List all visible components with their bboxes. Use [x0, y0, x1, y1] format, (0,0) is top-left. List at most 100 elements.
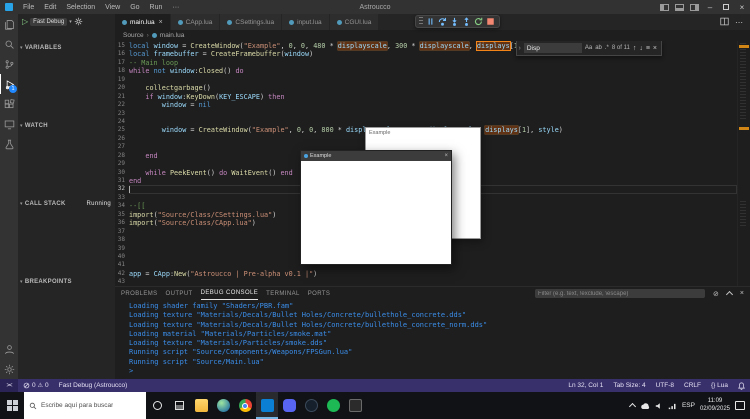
- problems-status[interactable]: 0 ⚠ 0: [18, 379, 54, 392]
- find-in-selection-icon[interactable]: ≡: [646, 45, 650, 52]
- split-editor-icon[interactable]: [720, 13, 729, 31]
- close-button[interactable]: ×: [734, 0, 750, 14]
- regex-icon[interactable]: .*: [605, 45, 609, 51]
- editor-more-actions-icon[interactable]: ⋯: [735, 18, 743, 27]
- line-content[interactable]: [129, 110, 737, 118]
- stop-icon[interactable]: [485, 16, 496, 27]
- volume-icon[interactable]: [655, 397, 663, 415]
- toolbar-grip[interactable]: [419, 17, 423, 26]
- panel-tab-output[interactable]: OUTPUT: [166, 287, 193, 300]
- line-content[interactable]: window = nil: [129, 101, 737, 109]
- line-number[interactable]: 22: [115, 101, 129, 109]
- line-number[interactable]: 15: [115, 42, 129, 50]
- app-window-titlebar[interactable]: Example ×: [301, 151, 451, 161]
- status-utf8[interactable]: UTF-8: [651, 379, 679, 392]
- toggle-replace-icon[interactable]: ›: [519, 45, 521, 52]
- line-number[interactable]: 31: [115, 177, 129, 185]
- discord-taskbar-icon[interactable]: [278, 392, 300, 419]
- minimize-button[interactable]: –: [702, 0, 718, 14]
- activity-explorer-icon[interactable]: [0, 14, 18, 34]
- network-icon[interactable]: [668, 397, 677, 415]
- line-number[interactable]: 26: [115, 135, 129, 143]
- pause-icon[interactable]: [425, 16, 436, 27]
- close-find-icon[interactable]: ×: [653, 45, 657, 52]
- line-number[interactable]: 24: [115, 118, 129, 126]
- line-number[interactable]: 30: [115, 169, 129, 177]
- gear-icon[interactable]: [74, 17, 83, 28]
- line-number[interactable]: 16: [115, 50, 129, 58]
- line-number[interactable]: 37: [115, 228, 129, 236]
- status-tab[interactable]: Tab Size: 4: [608, 379, 650, 392]
- activity-run-and-debug-icon[interactable]: 1: [0, 74, 18, 94]
- task-view-icon[interactable]: [168, 392, 190, 419]
- tab-CApp.lua[interactable]: CApp.lua: [171, 14, 221, 30]
- notification-center-icon[interactable]: [735, 401, 745, 410]
- panel-tab-debug-console[interactable]: DEBUG CONSOLE: [201, 287, 259, 300]
- maximize-panel-icon[interactable]: [727, 290, 732, 297]
- clear-console-icon[interactable]: ⊘: [713, 290, 719, 298]
- maximize-button[interactable]: [718, 0, 734, 14]
- app-window-example-front[interactable]: Example ×: [300, 150, 452, 265]
- line-number[interactable]: 21: [115, 93, 129, 101]
- match-case-icon[interactable]: Aa: [585, 45, 592, 51]
- debug-console-output[interactable]: Loading shader family "Shaders/PBR.fam"L…: [115, 300, 750, 379]
- taskbar-search[interactable]: Escribe aquí para buscar: [24, 392, 146, 419]
- activity-source-control-icon[interactable]: [0, 54, 18, 74]
- activity-search-icon[interactable]: [0, 34, 18, 54]
- find-input[interactable]: [524, 43, 582, 53]
- breadcrumb-item[interactable]: main.lua: [160, 32, 185, 39]
- line-number[interactable]: 23: [115, 110, 129, 118]
- line-number[interactable]: 41: [115, 261, 129, 269]
- line-number[interactable]: 28: [115, 152, 129, 160]
- step-out-icon[interactable]: [461, 16, 472, 27]
- breadcrumb-item[interactable]: Source: [123, 32, 144, 39]
- tab-input.lua[interactable]: input.lua: [282, 14, 330, 30]
- console-prompt[interactable]: >: [129, 367, 750, 376]
- tray-expand-icon[interactable]: [629, 403, 636, 410]
- line-number[interactable]: 35: [115, 211, 129, 219]
- line-number[interactable]: 38: [115, 236, 129, 244]
- toggle-secondary-sidebar-icon[interactable]: [690, 4, 699, 11]
- line-number[interactable]: 17: [115, 59, 129, 67]
- toggle-panel-icon[interactable]: [675, 4, 684, 11]
- menu-file[interactable]: File: [18, 0, 39, 14]
- menu-selection[interactable]: Selection: [61, 0, 100, 14]
- tab-CSettings.lua[interactable]: CSettings.lua: [220, 14, 282, 30]
- line-number[interactable]: 40: [115, 253, 129, 261]
- cloud-icon[interactable]: [640, 397, 650, 415]
- section-header[interactable]: ▾WATCH: [18, 120, 115, 131]
- account-icon[interactable]: [0, 339, 18, 359]
- code-editor[interactable]: 15local window = CreateWindow("Example",…: [115, 41, 750, 286]
- line-number[interactable]: 32: [115, 185, 129, 193]
- status-crlf[interactable]: CRLF: [679, 379, 706, 392]
- vscode-taskbar-icon[interactable]: [256, 392, 278, 419]
- activity-testing-icon[interactable]: [0, 134, 18, 154]
- activity-extensions-icon[interactable]: [0, 94, 18, 114]
- remote-indicator[interactable]: ><: [0, 379, 18, 392]
- menu-edit[interactable]: Edit: [39, 0, 61, 14]
- step-over-icon[interactable]: [437, 16, 448, 27]
- unity-taskbar-icon[interactable]: [344, 392, 366, 419]
- cortana-icon[interactable]: [146, 392, 168, 419]
- panel-tab-problems[interactable]: PROBLEMS: [121, 287, 158, 300]
- status-ln[interactable]: Ln 32, Col 1: [563, 379, 608, 392]
- line-number[interactable]: 29: [115, 160, 129, 168]
- line-number[interactable]: 36: [115, 219, 129, 227]
- line-content[interactable]: -- Main loop: [129, 59, 737, 67]
- line-number[interactable]: 27: [115, 143, 129, 151]
- line-number[interactable]: 20: [115, 84, 129, 92]
- debug-config-select[interactable]: Fast Debug: [30, 18, 67, 26]
- menu-view[interactable]: View: [100, 0, 125, 14]
- panel-tab-ports[interactable]: PORTS: [308, 287, 331, 300]
- settings-icon[interactable]: [0, 359, 18, 379]
- toggle-sidebar-icon[interactable]: [660, 4, 669, 11]
- step-into-icon[interactable]: [449, 16, 460, 27]
- tab-main.lua[interactable]: main.lua×: [115, 14, 171, 30]
- menu-go[interactable]: Go: [125, 0, 144, 14]
- line-content[interactable]: while not window:Closed() do: [129, 67, 737, 75]
- start-button[interactable]: [0, 392, 24, 419]
- language-indicator[interactable]: ESP: [682, 402, 695, 409]
- start-debug-button[interactable]: ▷: [22, 18, 28, 26]
- line-number[interactable]: 25: [115, 126, 129, 134]
- line-content[interactable]: app = CApp:New("Astroucco | Pre-alpha v0…: [129, 270, 737, 278]
